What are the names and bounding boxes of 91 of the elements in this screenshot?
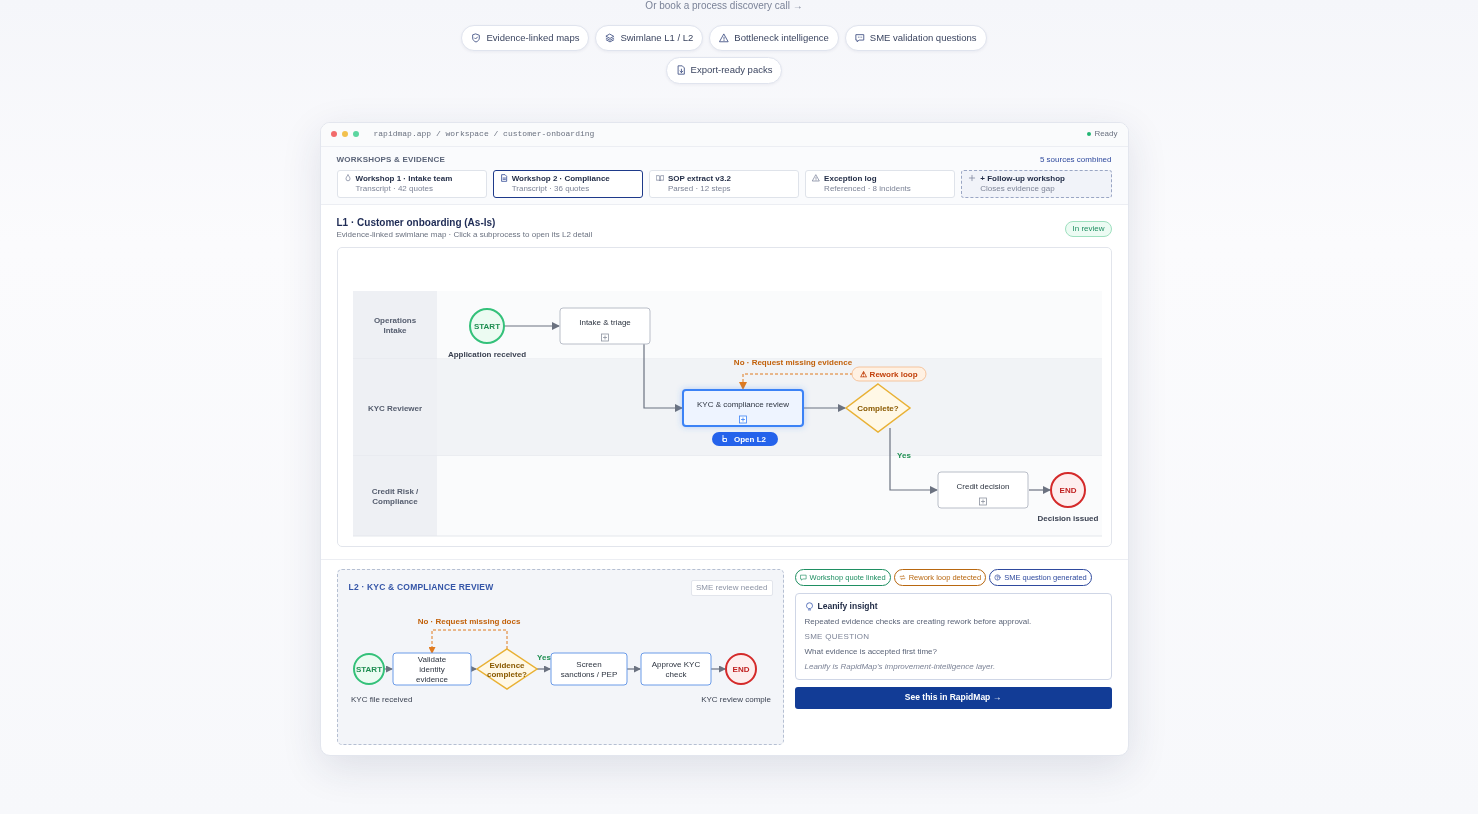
expand-icon[interactable] — [738, 415, 747, 423]
source-card[interactable]: Workshop 2 · Compliance Transcript · 36 quotes — [492, 169, 643, 198]
lane-label: Credit Risk / Compliance — [371, 486, 418, 506]
loop-label: No · Request missing docs — [417, 616, 520, 626]
process-node[interactable]: Validate identity evidence — [392, 652, 471, 685]
panel-title: L2 · KYC & COMPLIANCE REVIEW — [348, 581, 494, 594]
feature-chip: Swimlane L1 / L2 — [595, 25, 704, 52]
question-icon — [994, 573, 1002, 581]
source-title: SOP extract v3.2 — [667, 173, 731, 184]
flow-arrow — [709, 665, 726, 672]
process-node[interactable]: Screen sanctions / PEP — [550, 652, 627, 685]
process-node[interactable]: Intake & triage — [559, 307, 650, 344]
branch-label: Yes — [536, 652, 551, 662]
loop-label: No · Request missing evidence — [733, 357, 852, 367]
lightbulb-icon — [804, 601, 814, 611]
feature-chip: SME validation questions — [844, 25, 987, 52]
insight-text: Repeated evidence checks are creating rework before approval. — [804, 615, 1033, 628]
node-caption: Application received — [447, 349, 526, 359]
lane-label: Operations Intake — [373, 315, 416, 335]
window-control-dot[interactable] — [352, 131, 359, 137]
shield-icon — [471, 33, 482, 44]
lane-label: KYC Reviewer — [367, 403, 422, 412]
source-subtitle: Parsed · 12 steps — [667, 183, 731, 194]
decision-node: Complete? — [844, 382, 911, 433]
source-title: Workshop 2 · Compliance — [511, 173, 610, 184]
end-node: END — [724, 652, 757, 685]
feature-chip: Evidence-linked maps — [461, 25, 590, 52]
window-control-dot[interactable] — [341, 131, 348, 137]
node-caption: KYC file received — [350, 694, 412, 704]
section-heading: WORKSHOPS & EVIDENCE — [336, 153, 445, 166]
source-subtitle: Referenced · 8 incidents — [824, 183, 911, 194]
feature-chip: Export-ready packs — [665, 57, 783, 84]
cta-button[interactable]: See this in RapidMap → — [794, 686, 1112, 709]
start-node: START — [352, 652, 385, 685]
sources-count: 5 sources combined — [1039, 153, 1112, 166]
book-icon — [655, 173, 664, 182]
status-dot — [1087, 132, 1092, 136]
question-text: What evidence is accepted first time? — [804, 645, 938, 658]
flow-arrow — [888, 426, 938, 494]
review-badge: SME review needed — [690, 579, 773, 596]
rework-badge: ⚠ Rework loop — [851, 366, 926, 381]
footnote: Leanify is RapidMap's improvement-intelligence layer. — [804, 660, 997, 673]
flow-arrow — [535, 665, 551, 672]
feature-chip: Bottleneck intelligence — [709, 25, 839, 52]
source-subtitle: Transcript · 42 quotes — [355, 183, 434, 194]
decision-node: Evidence complete? — [475, 647, 538, 690]
source-title: Exception log — [824, 173, 878, 184]
source-subtitle: Closes evidence gap — [980, 183, 1056, 194]
plus-icon — [968, 173, 977, 182]
process-node[interactable]: KYC & compliance review — [681, 388, 804, 427]
expand-icon[interactable] — [978, 497, 987, 505]
flow-arrow — [642, 342, 683, 412]
start-node: START — [468, 307, 505, 344]
window-control-dot[interactable] — [330, 131, 337, 137]
status-text: Ready — [1094, 128, 1118, 140]
map-subtitle: Evidence-linked swimlane map · Click a subprocess to open its L2 detail — [336, 228, 593, 241]
warning-icon — [812, 173, 821, 182]
flow-arrow — [802, 403, 846, 412]
drop-icon — [343, 173, 352, 182]
flow-arrow — [625, 665, 641, 672]
address-text: rapidmap.app / workspace / customer-onboarding — [373, 128, 595, 140]
layers-icon — [605, 33, 616, 44]
flow-arrow — [1027, 485, 1051, 494]
source-title: + Follow-up workshop — [980, 173, 1065, 184]
chat-icon — [854, 33, 865, 44]
insight-title: Leanify insight — [817, 599, 878, 613]
add-source-card[interactable]: + Follow-up workshop Closes evidence gap — [961, 169, 1112, 198]
node-caption: KYC review comple — [700, 694, 771, 704]
file-download-icon — [675, 65, 686, 76]
flow-arrow — [502, 321, 560, 330]
branch-label: Yes — [896, 450, 911, 460]
document-icon — [499, 173, 508, 182]
warning-icon — [719, 33, 730, 44]
node-caption: Decision issued — [1037, 513, 1098, 523]
end-node: END — [1049, 471, 1086, 508]
question-label: SME QUESTION — [804, 630, 871, 643]
source-title: Workshop 1 · Intake team — [355, 173, 453, 184]
source-card[interactable]: Workshop 1 · Intake team Transcript · 42 quotes — [336, 169, 487, 198]
flow-arrow — [382, 665, 393, 672]
flow-arrow — [469, 665, 477, 672]
status-badge: In review — [1065, 220, 1112, 237]
discovery-call-link[interactable]: Or book a process discovery call → — [645, 0, 803, 11]
map-title: L1 · Customer onboarding (As-Is) — [336, 216, 497, 229]
source-subtitle: Transcript · 36 quotes — [511, 183, 591, 194]
expand-icon[interactable] — [600, 333, 609, 341]
repeat-icon — [898, 573, 906, 581]
process-node[interactable]: Approve KYC check — [640, 652, 711, 685]
source-card[interactable]: SOP extract v3.2 Parsed · 12 steps — [648, 169, 800, 198]
source-card[interactable]: Exception log Referenced · 8 incidents — [805, 169, 956, 198]
chat-icon — [799, 573, 807, 581]
process-node[interactable]: Credit decision — [937, 471, 1028, 508]
